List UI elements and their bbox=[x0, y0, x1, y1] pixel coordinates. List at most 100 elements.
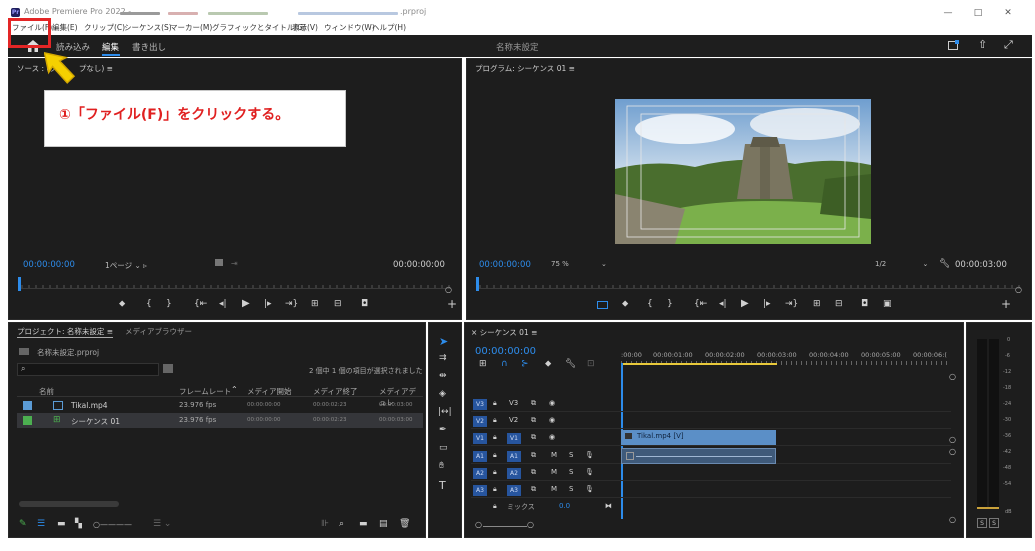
snap-icon[interactable]: ∩ bbox=[501, 359, 508, 369]
timeline-ruler[interactable]: :00:00 00:00:01:00 00:00:02:00 00:00:03:… bbox=[621, 351, 951, 365]
list-view-icon[interactable]: ☰ bbox=[37, 519, 45, 529]
close-button[interactable]: ✕ bbox=[993, 6, 1023, 20]
program-zoom-handle[interactable]: ○ bbox=[1015, 285, 1022, 294]
menu-marker[interactable]: マーカー(M) bbox=[170, 22, 212, 33]
pen-tool-icon[interactable]: ✒ bbox=[439, 425, 447, 435]
mark-out-icon[interactable]: } bbox=[667, 299, 673, 309]
horizontal-scrollbar[interactable] bbox=[19, 501, 119, 507]
step-forward-icon[interactable]: |▸ bbox=[264, 299, 272, 309]
safe-margins-icon[interactable] bbox=[597, 301, 608, 309]
go-to-out-icon[interactable]: ⇥} bbox=[785, 299, 798, 309]
solo-left-button[interactable]: S bbox=[977, 518, 987, 528]
lock-icon[interactable]: 🔒︎ bbox=[493, 416, 497, 425]
play-icon[interactable]: ▶ bbox=[741, 298, 749, 309]
pencil-icon[interactable]: ✎ bbox=[19, 519, 27, 529]
source-patch-a3[interactable]: A3 bbox=[473, 485, 487, 496]
timeline-tab[interactable]: × シーケンス 01 ≡ bbox=[471, 327, 537, 338]
source-patch-v3[interactable]: V3 bbox=[473, 399, 487, 410]
program-panel-title[interactable]: プログラム: シーケンス 01 ≡ bbox=[475, 63, 575, 74]
go-to-out-icon[interactable]: ⇥} bbox=[285, 299, 298, 309]
mute-button[interactable]: M bbox=[551, 468, 557, 476]
lock-icon[interactable]: 🔒︎ bbox=[493, 468, 497, 477]
source-time-ruler[interactable] bbox=[19, 279, 451, 289]
lock-icon[interactable]: 🔒︎ bbox=[493, 451, 497, 460]
step-forward-icon[interactable]: |▸ bbox=[763, 299, 771, 309]
sync-lock-icon[interactable]: ⧉ bbox=[531, 468, 536, 477]
maximize-button[interactable]: □ bbox=[963, 6, 993, 20]
solo-right-button[interactable]: S bbox=[989, 518, 999, 528]
icon-view-icon[interactable]: ▬ bbox=[57, 519, 66, 529]
zoom-dropdown[interactable]: 75 % ⌄ bbox=[551, 260, 607, 268]
table-row[interactable]: Tikal.mp4 23.976 fps 00:00:00:00 00:00:0… bbox=[17, 398, 423, 413]
linked-selection-icon[interactable]: ⊱ bbox=[521, 359, 529, 369]
nest-icon[interactable]: ⊞ bbox=[479, 359, 487, 369]
minimize-button[interactable]: — bbox=[933, 6, 963, 20]
track-select-tool-icon[interactable]: ⇉ bbox=[439, 353, 447, 363]
tab-media-browser[interactable]: メディアブラウザー bbox=[125, 326, 192, 337]
add-button-icon[interactable]: + bbox=[1001, 297, 1011, 311]
mix-value[interactable]: 0.0 bbox=[559, 502, 570, 510]
zoom-handle[interactable]: ○ bbox=[445, 285, 452, 294]
insert-button[interactable]: ⊞ bbox=[311, 299, 319, 309]
sync-lock-icon[interactable]: ⧉ bbox=[531, 416, 536, 425]
source-patch-a2[interactable]: A2 bbox=[473, 468, 487, 479]
play-icon[interactable]: ▶ bbox=[242, 298, 250, 309]
col-media-start[interactable]: メディア開始 bbox=[247, 386, 291, 397]
sync-lock-icon[interactable]: ⧉ bbox=[531, 485, 536, 494]
find-icon[interactable]: ⌕ bbox=[339, 519, 344, 529]
automate-icon[interactable]: ⊪ bbox=[321, 519, 329, 529]
add-button-icon[interactable]: + bbox=[447, 297, 457, 311]
scroll-handle[interactable]: ○ bbox=[949, 372, 956, 381]
work-area-bar[interactable] bbox=[621, 363, 777, 365]
rectangle-tool-icon[interactable]: ▭ bbox=[439, 443, 448, 453]
menu-window[interactable]: ウィンドウ(W) bbox=[324, 22, 375, 33]
table-row[interactable]: ⊞ シーケンス 01 23.976 fps 00:00:00:00 00:00:… bbox=[17, 413, 423, 428]
eye-icon[interactable]: ◉ bbox=[549, 416, 555, 424]
label-color-swatch[interactable] bbox=[23, 416, 32, 425]
ripple-edit-tool-icon[interactable]: ⇹ bbox=[439, 371, 447, 381]
fullscreen-icon[interactable]: ⤢ bbox=[1004, 38, 1013, 52]
track-label[interactable]: V3 bbox=[509, 399, 518, 407]
lock-icon[interactable]: 🔒︎ bbox=[493, 502, 497, 511]
captions-icon[interactable]: ⊡ bbox=[587, 359, 595, 369]
tab-export[interactable]: 書き出し bbox=[132, 41, 166, 53]
program-timecode-left[interactable]: 00:00:00:00 bbox=[479, 260, 531, 270]
settings-icon[interactable] bbox=[215, 259, 223, 266]
scroll-handle[interactable]: ○ bbox=[949, 435, 956, 444]
page-dropdown[interactable]: 1ページ ⌄ ▹ bbox=[105, 260, 147, 271]
quick-export-icon[interactable] bbox=[948, 40, 959, 50]
source-patch-v2[interactable]: V2 bbox=[473, 416, 487, 427]
eye-icon[interactable]: ◉ bbox=[549, 399, 555, 407]
program-time-ruler[interactable] bbox=[477, 279, 1021, 289]
comparison-view-icon[interactable]: ▣ bbox=[883, 299, 892, 309]
timeline-settings-icon[interactable]: 🔧︎ bbox=[565, 359, 576, 369]
lift-button[interactable]: ⊞ bbox=[813, 299, 821, 309]
zoom-slider[interactable]: ○———— bbox=[93, 520, 132, 529]
razor-tool-icon[interactable]: ◈ bbox=[439, 389, 446, 399]
track-label[interactable]: A1 bbox=[507, 451, 521, 462]
go-to-end-icon[interactable]: ⧓ bbox=[605, 502, 612, 510]
mic-icon[interactable]: 🎙︎ bbox=[585, 451, 594, 459]
mark-in-icon[interactable]: { bbox=[146, 299, 152, 309]
mic-icon[interactable]: 🎙︎ bbox=[585, 485, 594, 493]
source-timecode-left[interactable]: 00:00:00:00 bbox=[23, 260, 75, 270]
timeline-zoom-scrollbar[interactable]: ○ ○ bbox=[473, 520, 953, 529]
video-clip[interactable]: Tikal.mp4 [V] bbox=[621, 430, 776, 445]
mark-in-icon[interactable]: { bbox=[647, 299, 653, 309]
new-bin-icon[interactable]: ▬ bbox=[359, 519, 368, 529]
menu-edit[interactable]: 編集(E) bbox=[52, 22, 78, 33]
sync-lock-icon[interactable]: ⧉ bbox=[531, 399, 536, 408]
sort-chevron-icon[interactable]: ⌃ bbox=[231, 385, 238, 394]
insert-icon[interactable]: ⇥ bbox=[231, 259, 238, 268]
label-color-swatch[interactable] bbox=[23, 401, 32, 410]
project-search-input[interactable]: ⌕ bbox=[17, 363, 159, 376]
menu-view[interactable]: 表示(V) bbox=[292, 22, 318, 33]
new-bin-icon[interactable] bbox=[163, 364, 173, 373]
source-playhead[interactable] bbox=[18, 277, 21, 291]
menu-sequence[interactable]: シーケンス(S) bbox=[124, 22, 172, 33]
col-name[interactable]: 名前 bbox=[39, 386, 54, 397]
menu-help[interactable]: ヘルプ(H) bbox=[372, 22, 406, 33]
step-back-icon[interactable]: ◂| bbox=[719, 299, 727, 309]
resolution-dropdown[interactable]: 1/2 ⌄ bbox=[875, 260, 928, 268]
source-patch-v1[interactable]: V1 bbox=[473, 433, 487, 444]
